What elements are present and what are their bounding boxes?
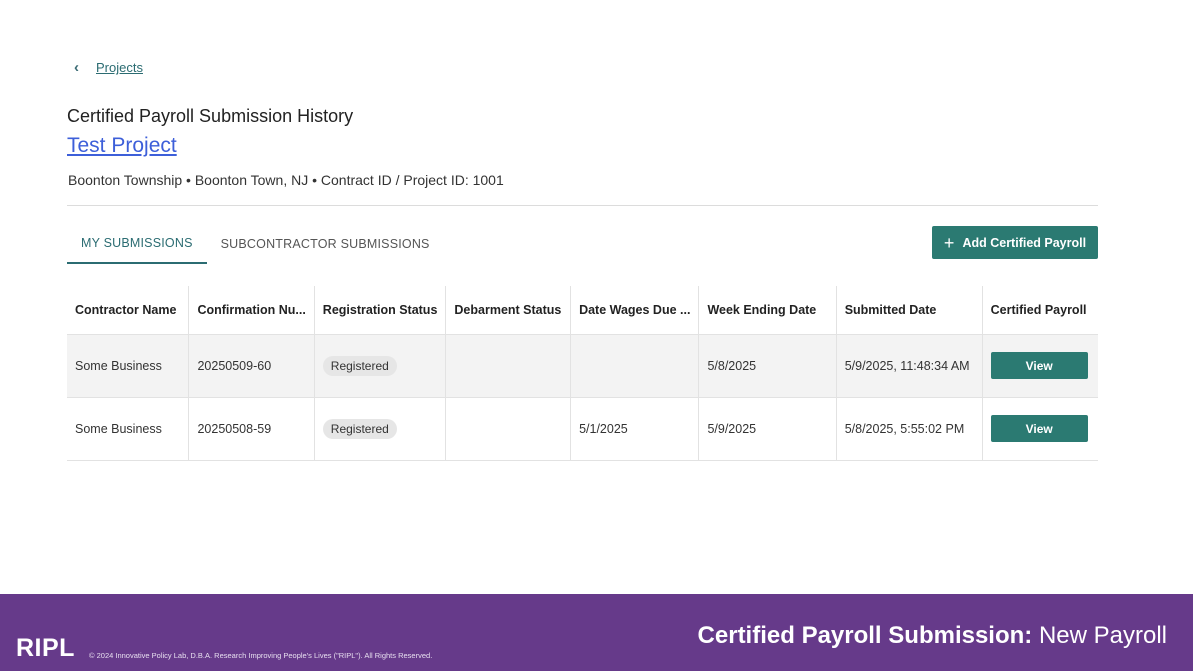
slide-title-bold: Certified Payroll Submission: (697, 622, 1033, 649)
view-button[interactable]: View (990, 415, 1088, 442)
slide-footer: RIPL © 2024 Innovative Policy Lab, D.B.A… (0, 594, 1193, 671)
column-header-week-ending-date[interactable]: Week Ending Date (698, 286, 837, 334)
cell-week-ending-date: 5/9/2025 (698, 396, 837, 461)
copyright-text: © 2024 Innovative Policy Lab, D.B.A. Res… (89, 651, 433, 660)
page-title: Certified Payroll Submission History (67, 106, 354, 126)
divider (67, 205, 1098, 206)
column-header-confirmation-number[interactable]: Confirmation Nu... (188, 286, 315, 334)
column-header-registration-status[interactable]: Registration Status (314, 286, 447, 334)
add-certified-payroll-label: Add Certified Payroll (962, 235, 1087, 250)
slide-title: Certified Payroll Submission: New Payrol… (698, 622, 1167, 650)
breadcrumb-projects-link[interactable]: Projects (96, 60, 143, 75)
project-meta: Boonton Township • Boonton Town, NJ • Co… (68, 172, 504, 188)
cell-date-wages-due: 5/1/2025 (570, 396, 700, 461)
cell-date-wages-due (570, 333, 700, 397)
cell-registration-status: Registered (314, 396, 447, 461)
cell-registration-status: Registered (314, 333, 447, 397)
add-certified-payroll-button[interactable]: + Add Certified Payroll (932, 226, 1098, 259)
cell-certified-payroll: View (982, 333, 1098, 397)
cell-week-ending-date: 5/8/2025 (698, 333, 837, 397)
registration-status-badge: Registered (322, 355, 397, 376)
breadcrumb: ‹ Projects (74, 59, 143, 76)
cell-debarment-status (445, 333, 572, 397)
registration-status-badge: Registered (322, 418, 397, 439)
table-header-row: Contractor Name Confirmation Nu... Regis… (67, 286, 1098, 334)
slide-title-rest: New Payroll (1032, 622, 1167, 649)
tab-subcontractor-submissions[interactable]: SUBCONTRACTOR SUBMISSIONS (207, 226, 444, 261)
view-button[interactable]: View (990, 352, 1088, 379)
cell-contractor-name: Some Business (67, 333, 190, 397)
tab-my-submissions[interactable]: MY SUBMISSIONS (67, 226, 207, 264)
column-header-date-wages-due[interactable]: Date Wages Due ... (570, 286, 700, 334)
ripl-logo: RIPL (16, 634, 75, 662)
cell-debarment-status (445, 396, 572, 461)
cell-submitted-date: 5/9/2025, 11:48:34 AM (836, 333, 983, 397)
cell-confirmation-number: 20250509-60 (188, 333, 315, 397)
plus-icon: + (943, 232, 955, 253)
project-name-link[interactable]: Test Project (67, 134, 177, 158)
table-row[interactable]: Some Business 20250508-59 Registered 5/1… (67, 396, 1098, 461)
chevron-left-icon[interactable]: ‹ (74, 59, 86, 76)
submission-tabs: MY SUBMISSIONS SUBCONTRACTOR SUBMISSIONS (67, 226, 444, 264)
cell-contractor-name: Some Business (67, 396, 190, 461)
cell-confirmation-number: 20250508-59 (188, 396, 315, 461)
cell-certified-payroll: View (982, 396, 1098, 461)
column-header-debarment-status[interactable]: Debarment Status (445, 286, 572, 334)
column-header-certified-payroll[interactable]: Certified Payroll (982, 286, 1098, 334)
column-header-submitted-date[interactable]: Submitted Date (836, 286, 983, 334)
table-row[interactable]: Some Business 20250509-60 Registered 5/8… (67, 333, 1098, 397)
submissions-table: Contractor Name Confirmation Nu... Regis… (67, 286, 1098, 461)
cell-submitted-date: 5/8/2025, 5:55:02 PM (836, 396, 983, 461)
column-header-contractor-name[interactable]: Contractor Name (67, 286, 190, 334)
